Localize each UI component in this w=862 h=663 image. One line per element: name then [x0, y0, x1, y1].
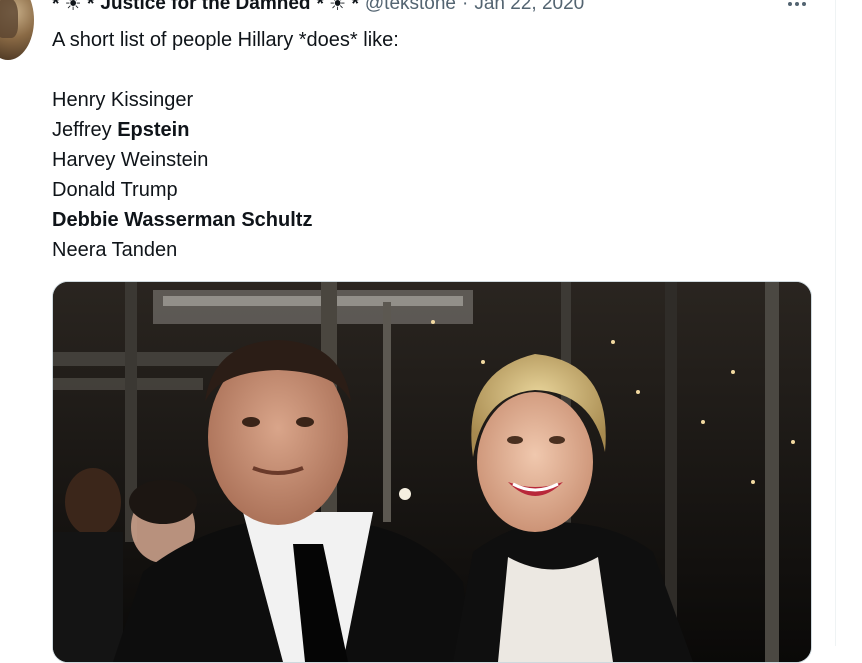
tweet-text-span: Epstein	[117, 119, 190, 141]
name-decoration-left: * ☀ *	[52, 0, 95, 15]
more-dot	[795, 2, 799, 6]
author-display-name[interactable]: Justice for the Damned	[100, 0, 310, 15]
name-decoration-right: * ☀ *	[316, 0, 359, 15]
author-handle[interactable]: @tekstone	[365, 0, 456, 15]
tweet-text-span: Debbie Wasserman Schultz	[52, 209, 313, 231]
tweet-text-line: Neera Tanden	[52, 235, 812, 265]
tweet-photo[interactable]	[52, 281, 812, 663]
more-horizontal-icon[interactable]	[784, 0, 810, 14]
tweet-text-span: Henry Kissinger	[52, 89, 194, 111]
tweet-date[interactable]: Jan 22, 2020	[474, 0, 584, 15]
avatar[interactable]	[0, 0, 34, 60]
tweet-text-span: Harvey Weinstein	[52, 149, 209, 171]
tweet-header: * ☀ * Justice for the Damned * ☀ * @teks…	[52, 0, 584, 16]
photo-image	[53, 282, 811, 662]
tweet-text-line: Debbie Wasserman Schultz	[52, 205, 812, 235]
tweet-text-line: Jeffrey Epstein	[52, 115, 812, 145]
tweet-text-line: Harvey Weinstein	[52, 145, 812, 175]
avatar-figure	[0, 0, 18, 38]
more-dot	[788, 2, 792, 6]
tweet-text-span: Jeffrey	[52, 119, 118, 141]
tweet-text-span: Donald Trump	[52, 179, 178, 201]
tweet-text-line: Henry Kissinger	[52, 85, 812, 115]
tweet-text-span: A short list of people Hillary *does* li…	[52, 29, 399, 51]
column-divider	[835, 0, 836, 646]
tweet-text-blank-line	[52, 55, 812, 85]
header-separator: ·	[462, 0, 469, 14]
tweet-text-line: Donald Trump	[52, 175, 812, 205]
tweet-text-line: A short list of people Hillary *does* li…	[52, 25, 812, 55]
tweet-text-span: Neera Tanden	[52, 239, 178, 261]
more-dot	[802, 2, 806, 6]
tweet-text: A short list of people Hillary *does* li…	[52, 25, 812, 265]
